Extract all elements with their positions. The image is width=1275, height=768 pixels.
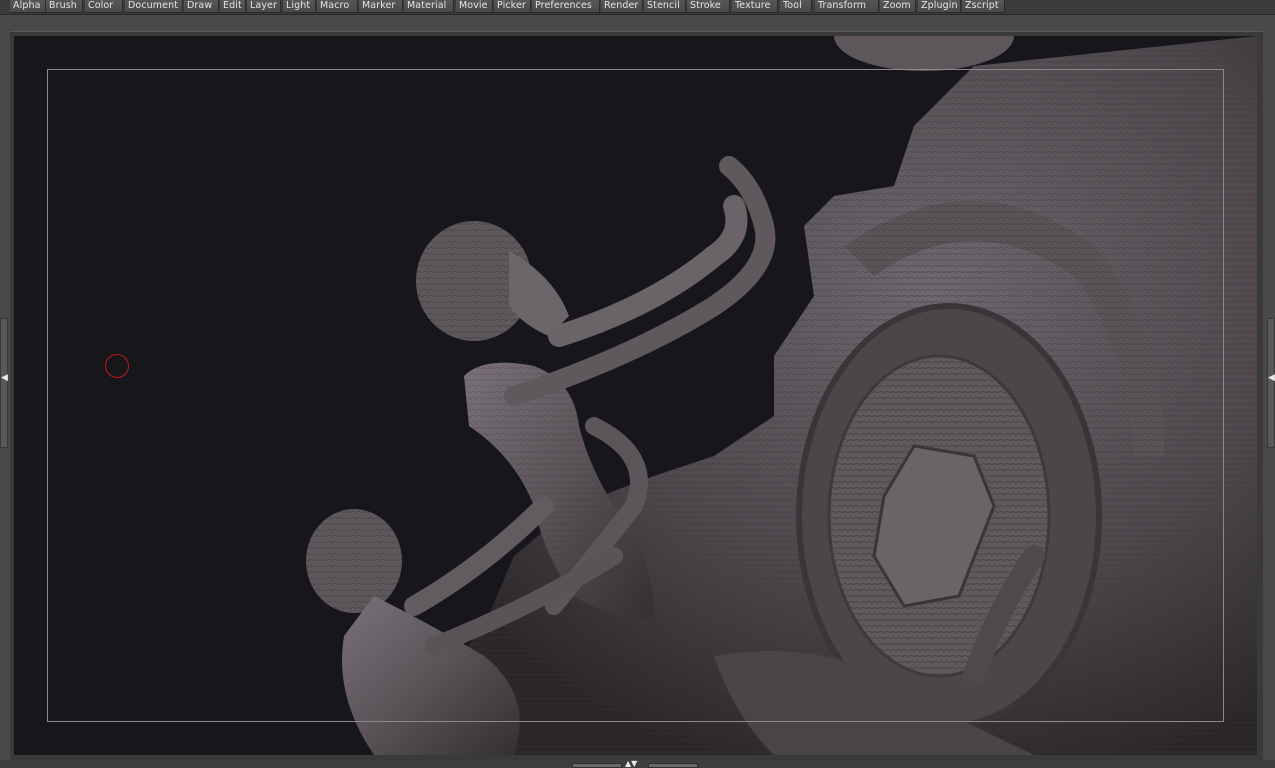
menu-movie[interactable]: Movie <box>456 0 493 13</box>
menu-brush[interactable]: Brush <box>46 0 83 13</box>
menu-zoom[interactable]: Zoom <box>880 0 916 13</box>
menu-stencil[interactable]: Stencil <box>644 0 686 13</box>
chevron-left-right-icon: ◀ <box>1268 373 1275 383</box>
menu-draw[interactable]: Draw <box>184 0 219 13</box>
bottom-tray-handle-right[interactable] <box>648 763 698 768</box>
menu-light[interactable]: Light <box>283 0 316 13</box>
menu-preferences[interactable]: Preferences <box>532 0 600 13</box>
menu-alpha[interactable]: Alpha <box>10 0 46 13</box>
chevron-left-right-icon: ◀ <box>1 373 8 383</box>
bottom-shelf <box>0 760 1275 768</box>
left-tray-toggle[interactable]: ◀ <box>0 318 8 448</box>
menu-document[interactable]: Document <box>125 0 183 13</box>
menu-color[interactable]: Color <box>85 0 123 13</box>
menu-layer[interactable]: Layer <box>247 0 281 13</box>
menu-texture[interactable]: Texture <box>732 0 778 13</box>
menu-material[interactable]: Material <box>404 0 454 13</box>
menu-marker[interactable]: Marker <box>359 0 403 13</box>
menu-render[interactable]: Render <box>601 0 643 13</box>
menu-transform[interactable]: Transform <box>815 0 879 13</box>
menu-tool[interactable]: Tool <box>780 0 812 13</box>
menu-stroke[interactable]: Stroke <box>687 0 730 13</box>
menu-zplugin[interactable]: Zplugin <box>918 0 961 13</box>
chevron-up-down-icon[interactable]: ▲▼ <box>625 760 637 768</box>
menu-edit[interactable]: Edit <box>220 0 246 13</box>
main-menu-bar: Alpha Brush Color Document Draw Edit Lay… <box>0 0 1275 15</box>
sculpt-model <box>306 36 1257 755</box>
document-canvas[interactable] <box>14 36 1257 755</box>
bottom-tray-handle-left[interactable] <box>572 763 622 768</box>
menu-zscript[interactable]: Zscript <box>962 0 1005 13</box>
brush-cursor-icon <box>105 354 129 378</box>
menu-macro[interactable]: Macro <box>317 0 358 13</box>
right-tray-toggle[interactable]: ◀ <box>1267 318 1275 448</box>
menu-picker[interactable]: Picker <box>494 0 531 13</box>
figure-upper-face <box>509 251 569 336</box>
